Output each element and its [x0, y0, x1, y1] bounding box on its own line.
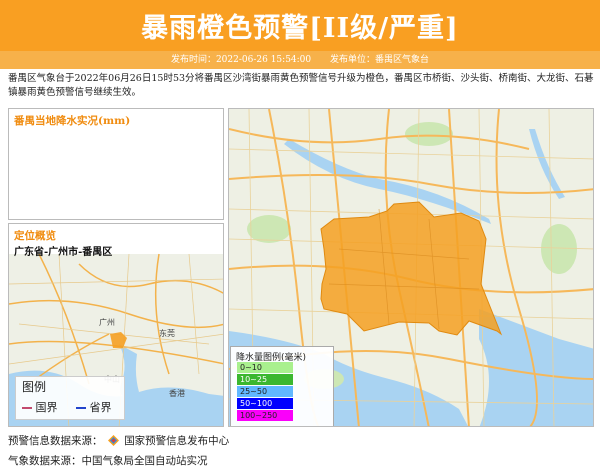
source1-label: 预警信息数据来源： — [8, 435, 103, 447]
rain-panel: 番禺当地降水实况(mm) — [8, 108, 224, 220]
rain-panel-title: 番禺当地降水实况(mm) — [14, 115, 131, 127]
boundary-legend-title: 图例 — [22, 380, 47, 394]
footer-source-2: 气象数据来源：中国气象局全国自动站实况 — [8, 455, 208, 467]
boundary-legend: 图例 国界 省界 — [15, 376, 125, 420]
warning-center-logo-icon — [107, 435, 119, 446]
publish-time: 发布时间：2022-06-26 15:54:00 — [170, 55, 312, 65]
footer-source-1: 预警信息数据来源： 国家预警信息发布中心 — [8, 433, 229, 448]
national-border-icon — [22, 407, 32, 409]
precip-legend-0-10: 0~10 — [237, 362, 293, 373]
map-label-guangzhou: 广州 — [99, 317, 115, 327]
location-path: 广东省-广州市-番禺区 — [14, 247, 113, 258]
provincial-border-icon — [76, 407, 86, 409]
legend-item-national: 国界 — [22, 399, 58, 415]
header-banner: 暴雨橙色预警[II级/严重] — [0, 0, 600, 51]
location-panel-title: 定位概览 — [14, 230, 56, 242]
precip-legend-10-25: 10~25 — [237, 374, 293, 385]
precip-legend-100-250: 100~250 — [237, 410, 293, 421]
page-title: 暴雨橙色预警[II级/严重] — [141, 13, 459, 44]
precipitation-legend: 降水量图例(毫米) 0~10 10~25 25~50 50~100 100~25… — [230, 346, 334, 426]
legend-label-national: 国界 — [35, 401, 58, 414]
precip-legend-25-50: 25~50 — [237, 386, 293, 397]
legend-item-provincial: 省界 — [76, 399, 112, 415]
source1-org[interactable]: 国家预警信息发布中心 — [124, 435, 229, 447]
publish-info-bar: 发布时间：2022-06-26 15:54:00 发布单位：番禺区气象台 — [0, 51, 600, 69]
precip-legend-50-100: 50~100 — [237, 398, 293, 409]
location-panel: 广州 东莞 中山 香港 定位概览 广东省-广州市-番禺区 图例 国界 省界 — [8, 223, 224, 427]
map-label-hongkong: 香港 — [169, 388, 185, 398]
legend-label-provincial: 省界 — [89, 401, 112, 414]
warning-description: 番禺区气象台于2022年06月26日15时53分将番禺区沙湾街暴雨黄色预警信号升… — [8, 73, 594, 98]
panyu-region[interactable] — [320, 201, 503, 336]
map-label-dongguan: 东莞 — [159, 328, 175, 338]
main-map[interactable]: 降水量图例(毫米) 0~10 10~25 25~50 50~100 100~25… — [228, 108, 594, 427]
publish-unit: 发布单位：番禺区气象台 — [330, 55, 430, 65]
